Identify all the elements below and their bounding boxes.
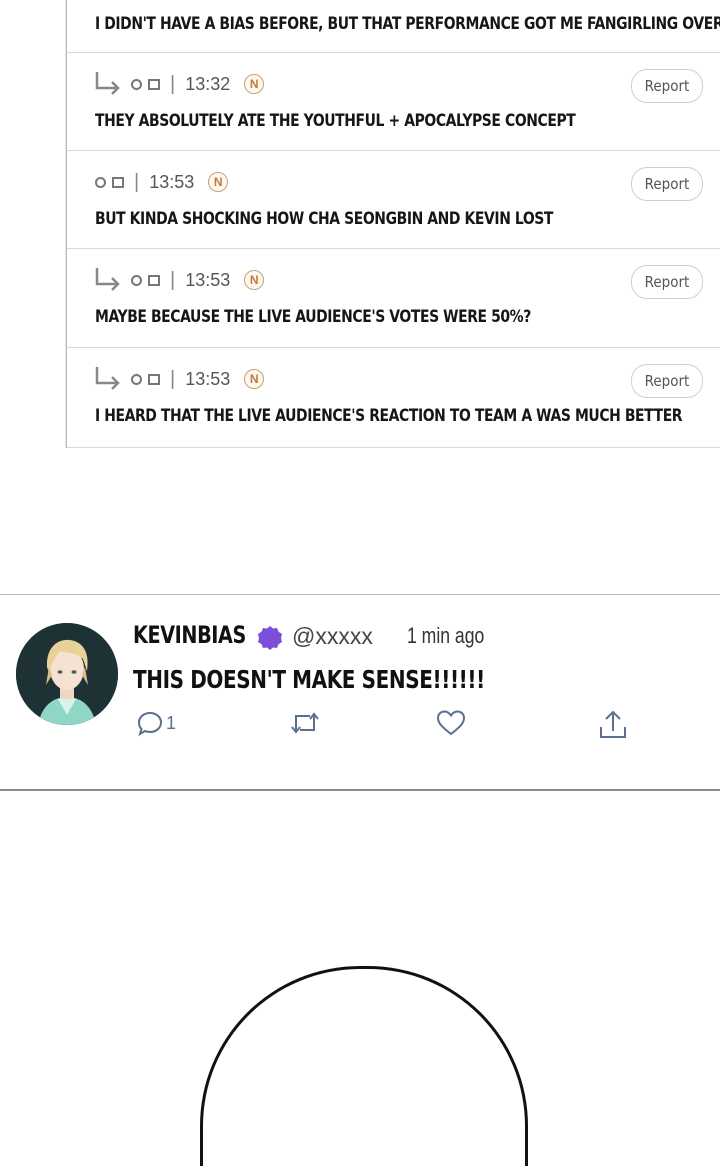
comment-icon: [137, 711, 163, 737]
tweet-handle[interactable]: @xxxxx: [292, 623, 373, 650]
meta-divider: |: [134, 170, 140, 193]
heart-icon: [436, 710, 466, 736]
reply-count: 1: [166, 712, 177, 733]
comment-time: 13:53: [149, 171, 195, 192]
new-badge: N: [244, 369, 265, 389]
avatar[interactable]: [16, 623, 118, 725]
report-button[interactable]: Report: [631, 167, 703, 201]
comment-text: MAYBE BECAUSE THE LIVE AUDIENCE'S VOTES …: [95, 307, 531, 327]
reply-arrow-icon: [95, 367, 120, 390]
masked-username: [95, 176, 124, 188]
retweet-icon: [291, 712, 319, 734]
tweet-text: THIS DOESN'T MAKE SENSE!!!!!!: [133, 665, 485, 694]
comment-text: I HEARD THAT THE LIVE AUDIENCE'S REACTIO…: [95, 406, 683, 426]
speech-bubble: [200, 966, 528, 1166]
comment-item: I DIDN'T HAVE A BIAS BEFORE, BUT THAT PE…: [67, 0, 720, 53]
avatar-portrait-icon: [16, 623, 118, 725]
comment-meta: | 13:53 N: [95, 167, 229, 197]
reply-button[interactable]: 1: [136, 709, 176, 737]
verified-badge-icon: [258, 626, 282, 650]
reply-arrow-icon: [95, 268, 120, 291]
report-button[interactable]: Report: [631, 364, 703, 398]
comment-meta: | 13:53 N: [93, 265, 265, 295]
meta-divider: |: [170, 72, 176, 95]
comment-time: 13:53: [185, 368, 231, 389]
comment-text: I DIDN'T HAVE A BIAS BEFORE, BUT THAT PE…: [95, 14, 720, 34]
share-button[interactable]: [597, 709, 629, 741]
new-badge: N: [208, 172, 229, 192]
tweet-timestamp: 1 min ago: [407, 623, 485, 648]
meta-divider: |: [170, 367, 176, 390]
masked-username: [131, 274, 160, 286]
share-icon: [600, 710, 626, 738]
comment-thread: I DIDN'T HAVE A BIAS BEFORE, BUT THAT PE…: [66, 0, 720, 448]
retweet-button[interactable]: [288, 709, 322, 737]
comment-meta: | 13:53 N: [93, 364, 265, 394]
tweet-card: KEVINBIAS @xxxxx 1 min ago THIS DOESN'T …: [0, 594, 720, 791]
comment-time: 13:53: [185, 269, 231, 290]
masked-username: [131, 373, 160, 385]
comment-text: BUT KINDA SHOCKING HOW CHA SEONGBIN AND …: [95, 209, 554, 229]
reply-arrow-icon: [95, 72, 120, 95]
masked-username: [131, 78, 160, 90]
like-button[interactable]: [436, 709, 466, 737]
comment-item: | 13:32 N Report THEY ABSOLUTELY ATE THE…: [67, 53, 720, 151]
tweet-display-name[interactable]: KEVINBIAS: [133, 621, 246, 649]
meta-divider: |: [170, 268, 176, 291]
new-badge: N: [244, 74, 265, 94]
new-badge: N: [244, 270, 265, 290]
report-button[interactable]: Report: [631, 265, 703, 299]
comment-item: | 13:53 N Report BUT KINDA SHOCKING HOW …: [67, 151, 720, 249]
comment-item: | 13:53 N Report I HEARD THAT THE LIVE A…: [67, 348, 720, 448]
report-button[interactable]: Report: [631, 69, 703, 103]
comment-time: 13:32: [185, 73, 231, 94]
comment-meta: | 13:32 N: [93, 69, 265, 99]
comment-text: THEY ABSOLUTELY ATE THE YOUTHFUL + APOCA…: [95, 111, 576, 131]
comment-item: | 13:53 N Report MAYBE BECAUSE THE LIVE …: [67, 249, 720, 348]
